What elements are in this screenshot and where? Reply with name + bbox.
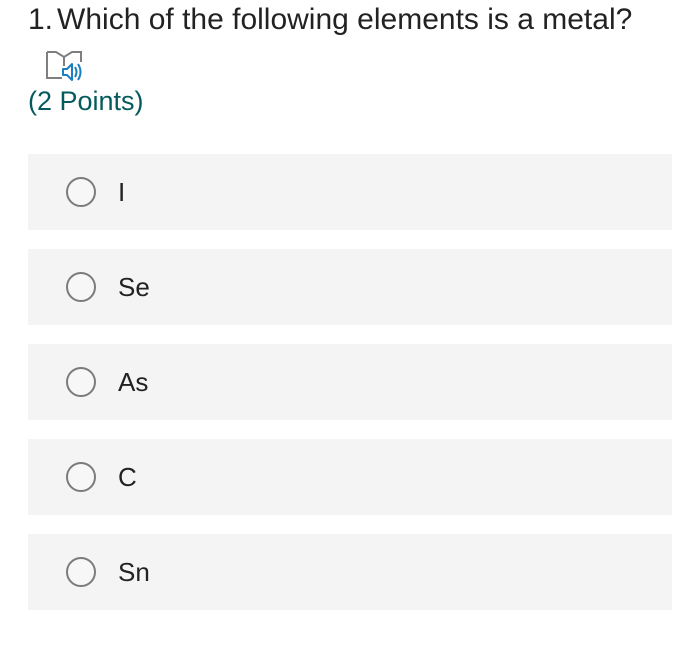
radio-button[interactable] — [66, 367, 96, 397]
radio-button[interactable] — [66, 272, 96, 302]
question-number: 1. — [28, 3, 54, 36]
option-label: Se — [118, 272, 150, 302]
answer-options: I Se As C Sn — [28, 154, 672, 629]
radio-button[interactable] — [66, 462, 96, 492]
question-text: Which of the following elements is a met… — [57, 3, 633, 36]
immersive-reader-icon[interactable] — [44, 48, 88, 84]
option-i[interactable]: I — [28, 154, 672, 230]
option-sn[interactable]: Sn — [28, 534, 672, 610]
book-speaker-icon — [46, 51, 82, 81]
question-points: (2 Points) — [28, 86, 144, 116]
option-label: C — [118, 462, 137, 492]
radio-button[interactable] — [66, 177, 96, 207]
radio-button[interactable] — [66, 557, 96, 587]
option-label: I — [118, 177, 126, 207]
option-as[interactable]: As — [28, 344, 672, 420]
option-c[interactable]: C — [28, 439, 672, 515]
option-label: Sn — [118, 557, 150, 587]
question-title: 1. Which of the following elements is a … — [28, 2, 688, 38]
option-se[interactable]: Se — [28, 249, 672, 325]
option-label: As — [118, 367, 149, 397]
question-header: 1. Which of the following elements is a … — [28, 2, 688, 116]
